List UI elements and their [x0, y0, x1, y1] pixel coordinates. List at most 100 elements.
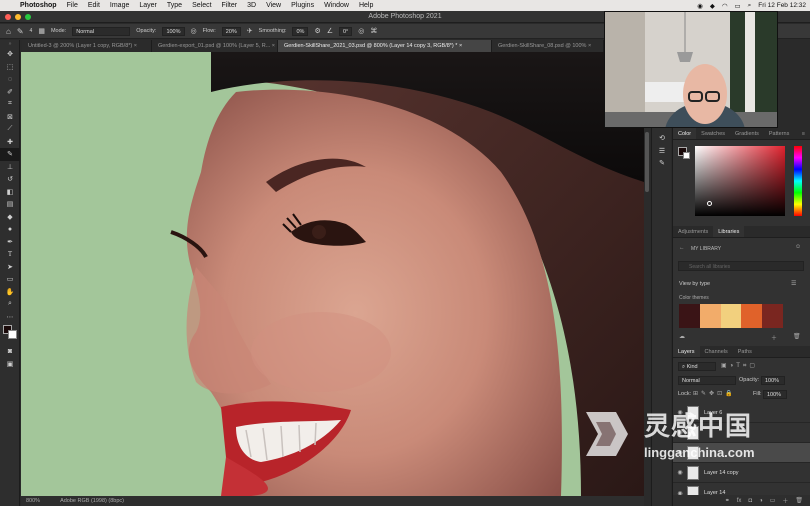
visibility-eye-icon[interactable]: ◉	[673, 449, 687, 456]
lock-icons[interactable]: ⊞✎✥⊡🔒	[693, 390, 736, 397]
layer-name[interactable]: Layer 14 copy	[704, 470, 739, 476]
hue-slider[interactable]	[794, 146, 802, 216]
theme-swatch-3[interactable]	[721, 304, 741, 328]
zoom-level[interactable]: 800%	[26, 498, 40, 504]
crop-tool-icon[interactable]: ⌗	[0, 98, 20, 111]
menu-help[interactable]: Help	[359, 2, 373, 9]
library-trash-icon[interactable]: 🗑	[793, 333, 801, 340]
healing-brush-tool-icon[interactable]: ✚	[0, 136, 20, 149]
quick-mask-icon[interactable]: ◙	[0, 345, 20, 358]
mode-select[interactable]: Normal	[72, 26, 131, 36]
menu-select[interactable]: Select	[192, 2, 211, 9]
layer-kind-filter[interactable]: ⌕ Kind	[678, 362, 716, 371]
scrollbar-thumb[interactable]	[645, 132, 649, 192]
pen-tool-icon[interactable]: ✒	[0, 236, 20, 249]
layer-opacity-field[interactable]: 100%	[761, 376, 785, 385]
tab-patterns[interactable]: Patterns	[764, 128, 794, 139]
opacity-field[interactable]: 100%	[162, 26, 185, 36]
delete-layer-icon[interactable]: 🗑	[795, 497, 803, 504]
layer-style-icon[interactable]: fx	[737, 498, 742, 504]
tab-gerdien-export[interactable]: Gerdien-export_01.psd @ 100% (Layer 5, R…	[152, 40, 278, 52]
theme-swatch-2[interactable]	[700, 304, 721, 328]
tab-swatches[interactable]: Swatches	[696, 128, 730, 139]
background-color-swatch[interactable]	[8, 330, 17, 339]
cloud-icon[interactable]: ☁	[679, 333, 685, 340]
dodge-tool-icon[interactable]: ●	[0, 223, 20, 236]
adjustment-layer-icon[interactable]: ◑	[759, 498, 763, 504]
tab-untitled-3[interactable]: Untitled-3 @ 200% (Layer 1 copy, RGB/8*)…	[22, 40, 152, 52]
tab-channels[interactable]: Channels	[700, 346, 733, 357]
library-search-input[interactable]: Search all libraries	[678, 261, 804, 271]
tab-gerdien-skillshare-active[interactable]: Gerdien-SkillShare_2021_03.psd @ 800% (L…	[278, 40, 492, 52]
edit-toolbar-icon[interactable]: ⋯	[0, 311, 20, 324]
screen-mode-icon[interactable]: ▣	[0, 358, 20, 371]
search-icon[interactable]: ⌕	[748, 2, 752, 10]
menu-view[interactable]: View	[266, 2, 281, 9]
move-tool-icon[interactable]: ✥	[0, 48, 20, 61]
angle-field[interactable]: 0°	[339, 26, 353, 36]
menu-window[interactable]: Window	[324, 2, 349, 9]
brush-panel-toggle-icon[interactable]: ▦	[38, 27, 45, 35]
menu-file[interactable]: File	[67, 2, 78, 9]
airbrush-icon[interactable]: ✈	[247, 27, 253, 35]
menu-edit[interactable]: Edit	[88, 2, 100, 9]
angle-icon[interactable]: ∠	[327, 27, 333, 35]
layer-filter-icons[interactable]: ▣◑T⌗▢	[721, 362, 758, 370]
tab-libraries[interactable]: Libraries	[713, 226, 745, 237]
visibility-eye-icon[interactable]: ◉	[673, 429, 687, 436]
pressure-size-icon[interactable]: ◎	[358, 27, 364, 35]
properties-panel-icon[interactable]: ☰	[652, 145, 672, 158]
color-panel-background[interactable]	[683, 152, 690, 159]
library-user-icon[interactable]: ☺	[795, 244, 801, 250]
library-add-icon[interactable]: ＋	[771, 333, 777, 342]
flow-field[interactable]: 20%	[221, 26, 241, 36]
layer-row[interactable]: ◉ Layer 14 copy	[673, 463, 810, 483]
library-name[interactable]: MY LIBRARY	[691, 246, 721, 252]
layer-blend-mode-select[interactable]: Normal	[678, 376, 736, 385]
tab-gerdien-skillshare-08[interactable]: Gerdien-SkillShare_08.psd @ 100% ×	[492, 40, 604, 52]
theme-swatch-4[interactable]	[741, 304, 762, 328]
menu-plugins[interactable]: Plugins	[291, 2, 314, 9]
menu-type[interactable]: Type	[167, 2, 182, 9]
new-layer-icon[interactable]: ＋	[782, 496, 788, 505]
menu-layer[interactable]: Layer	[139, 2, 157, 9]
brush-size-value[interactable]: 4	[30, 28, 33, 34]
color-theme-swatches[interactable]	[679, 304, 783, 328]
tab-color[interactable]: Color	[673, 128, 697, 139]
menu-3d[interactable]: 3D	[247, 2, 256, 9]
quick-select-tool-icon[interactable]: ✐	[0, 86, 20, 99]
visibility-eye-icon[interactable]: ◉	[673, 409, 687, 416]
zoom-tool-icon[interactable]: ⌕	[0, 298, 20, 311]
marquee-tool-icon[interactable]: ⬚	[0, 61, 20, 74]
visibility-eye-icon[interactable]: ◉	[673, 469, 687, 476]
menubar-clock[interactable]: Fri 12 Feb 12:32	[758, 2, 806, 9]
battery-icon[interactable]: ▭	[735, 2, 741, 10]
document-canvas[interactable]	[21, 52, 644, 496]
theme-swatch-5[interactable]	[762, 304, 783, 328]
eyedropper-tool-icon[interactable]: ⟋	[0, 123, 20, 136]
group-icon[interactable]: ▭	[770, 497, 776, 504]
theme-swatch-1[interactable]	[679, 304, 700, 328]
tab-layers[interactable]: Layers	[673, 346, 700, 357]
hand-tool-icon[interactable]: ✋	[0, 286, 20, 299]
frame-tool-icon[interactable]: ⊠	[0, 111, 20, 124]
menu-app-name[interactable]: Photoshop	[20, 2, 57, 9]
brushes-panel-icon[interactable]: ✎	[652, 157, 672, 170]
fill-field[interactable]: 100%	[763, 390, 787, 399]
eraser-tool-icon[interactable]: ◧	[0, 186, 20, 199]
lasso-tool-icon[interactable]: ◌	[0, 73, 20, 86]
layer-name[interactable]: Layer 6	[704, 410, 722, 416]
brush-tool-icon[interactable]: ✎	[0, 148, 20, 161]
layer-row[interactable]: ◉	[673, 423, 810, 443]
path-selection-tool-icon[interactable]: ➤	[0, 261, 20, 274]
color-profile[interactable]: Adobe RGB (1998) (8bpc)	[60, 498, 124, 504]
panel-menu-icon[interactable]: ≡	[797, 128, 810, 139]
menu-image[interactable]: Image	[110, 2, 129, 9]
gradient-tool-icon[interactable]: ▤	[0, 198, 20, 211]
layer-row-selected[interactable]: ◉	[673, 443, 810, 463]
view-by-type-select[interactable]: View by type	[679, 281, 710, 287]
history-brush-tool-icon[interactable]: ↺	[0, 173, 20, 186]
menu-filter[interactable]: Filter	[222, 2, 238, 9]
rectangle-tool-icon[interactable]: ▭	[0, 273, 20, 286]
smoothing-settings-icon[interactable]: ⚙	[314, 27, 320, 35]
